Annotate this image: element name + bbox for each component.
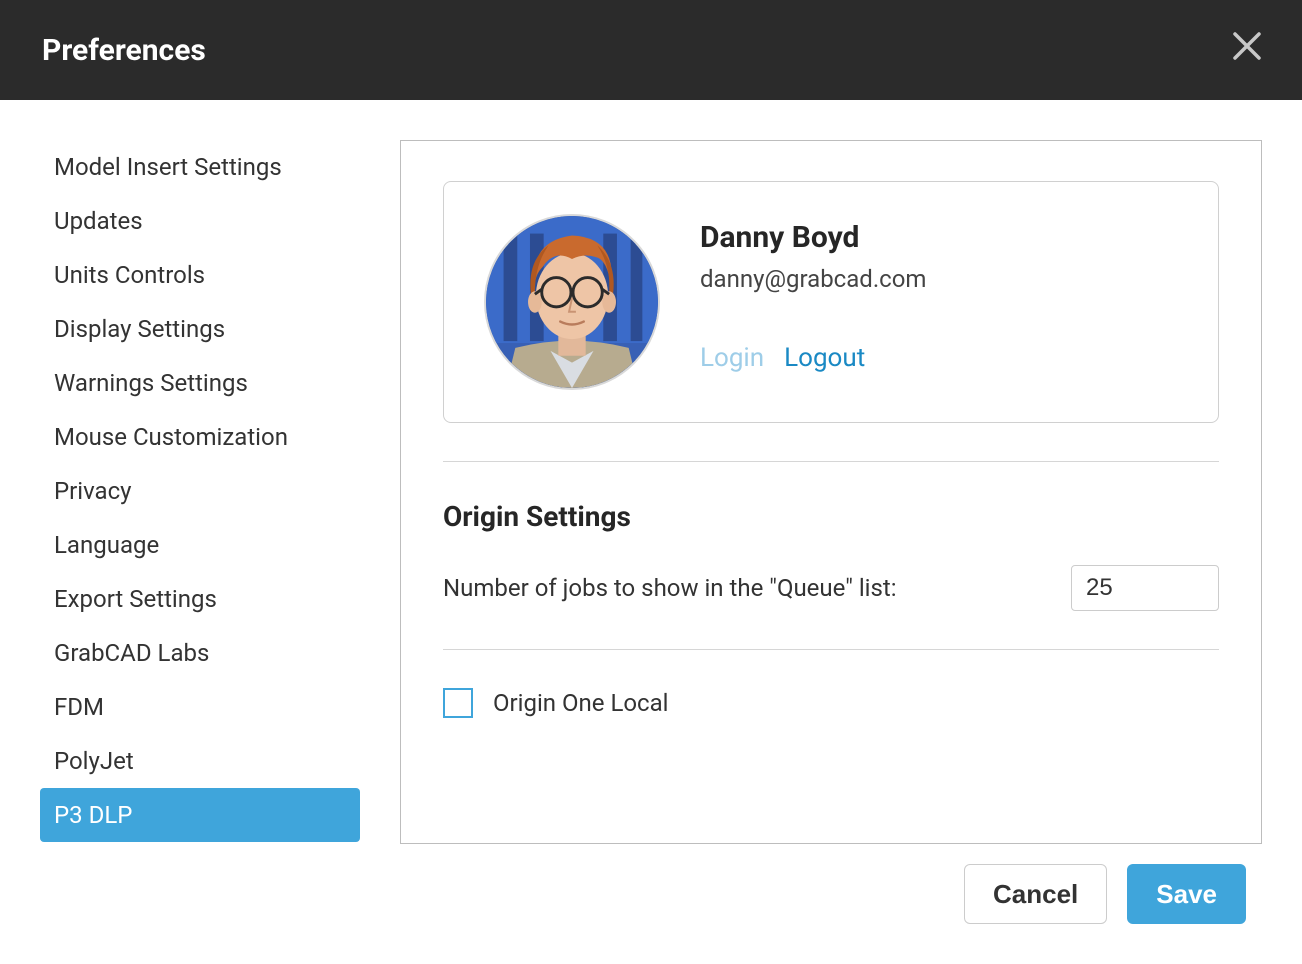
close-button[interactable]	[1224, 22, 1270, 78]
logout-link[interactable]: Logout	[784, 343, 865, 373]
account-card: Danny Boyd danny@grabcad.com Login Logou…	[443, 181, 1219, 423]
close-icon	[1232, 31, 1262, 61]
account-info: Danny Boyd danny@grabcad.com Login Logou…	[700, 214, 926, 373]
avatar	[484, 214, 660, 390]
origin-settings-title: Origin Settings	[443, 500, 1219, 533]
divider	[443, 461, 1219, 462]
account-name: Danny Boyd	[700, 220, 926, 255]
sidebar-item-grabcad-labs[interactable]: GrabCAD Labs	[40, 626, 360, 680]
sidebar-item-privacy[interactable]: Privacy	[40, 464, 360, 518]
jobs-count-input[interactable]	[1071, 565, 1219, 611]
sidebar-item-language[interactable]: Language	[40, 518, 360, 572]
jobs-field-label: Number of jobs to show in the "Queue" li…	[443, 574, 897, 602]
sidebar-item-mouse-customization[interactable]: Mouse Customization	[40, 410, 360, 464]
dialog-header: Preferences	[0, 0, 1302, 100]
avatar-image	[486, 216, 658, 388]
dialog-body: Model Insert Settings Updates Units Cont…	[0, 100, 1302, 844]
sidebar: Model Insert Settings Updates Units Cont…	[40, 140, 360, 844]
jobs-field-row: Number of jobs to show in the "Queue" li…	[443, 565, 1219, 611]
sidebar-item-display-settings[interactable]: Display Settings	[40, 302, 360, 356]
sidebar-item-units-controls[interactable]: Units Controls	[40, 248, 360, 302]
origin-one-local-checkbox[interactable]	[443, 688, 473, 718]
dialog-footer: Cancel Save	[0, 844, 1302, 964]
sidebar-item-fdm[interactable]: FDM	[40, 680, 360, 734]
divider	[443, 649, 1219, 650]
account-links: Login Logout	[700, 343, 926, 373]
login-link: Login	[700, 343, 764, 373]
cancel-button[interactable]: Cancel	[964, 864, 1107, 924]
save-button[interactable]: Save	[1127, 864, 1246, 924]
sidebar-item-updates[interactable]: Updates	[40, 194, 360, 248]
content-panel: Danny Boyd danny@grabcad.com Login Logou…	[400, 140, 1262, 844]
sidebar-item-warnings-settings[interactable]: Warnings Settings	[40, 356, 360, 410]
origin-one-local-label: Origin One Local	[493, 689, 669, 717]
account-email: danny@grabcad.com	[700, 265, 926, 293]
preferences-dialog: Preferences Model Insert Settings Update…	[0, 0, 1302, 964]
origin-one-local-row: Origin One Local	[443, 688, 1219, 718]
sidebar-item-model-insert-settings[interactable]: Model Insert Settings	[40, 140, 360, 194]
sidebar-item-polyjet[interactable]: PolyJet	[40, 734, 360, 788]
sidebar-item-export-settings[interactable]: Export Settings	[40, 572, 360, 626]
sidebar-item-p3-dlp[interactable]: P3 DLP	[40, 788, 360, 842]
dialog-title: Preferences	[42, 33, 206, 68]
